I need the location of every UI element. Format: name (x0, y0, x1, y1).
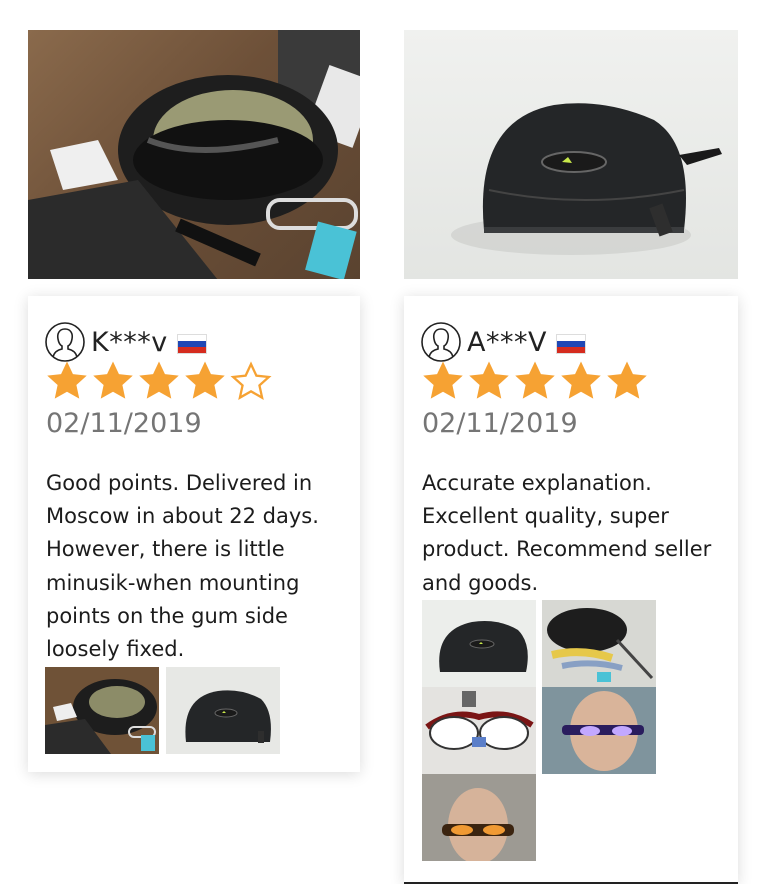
russia-flag-icon (555, 334, 586, 354)
review-photo-large-glasses-case[interactable] (404, 30, 738, 279)
review-photo-thumbnail[interactable] (542, 600, 656, 687)
star-icon-filled (561, 361, 601, 399)
review-photo-thumbnail[interactable] (166, 667, 280, 754)
star-rating (420, 358, 650, 404)
glasses-case-image (451, 103, 722, 255)
star-rating (44, 358, 274, 404)
glasses-case-photo (439, 621, 528, 672)
glasses-kit-image (28, 30, 360, 279)
review-photo-large-glasses-kit[interactable] (28, 30, 360, 279)
review-text: Good points. Delivered in Moscow in abou… (46, 471, 319, 662)
review-photo-thumbnail[interactable] (45, 667, 159, 754)
star-icon-filled (423, 361, 463, 399)
review-photo-thumbnail[interactable] (422, 600, 536, 687)
red-frame-glasses-photo (425, 691, 534, 750)
glasses-kit-photo (45, 679, 157, 754)
reviewer-name: K***v (91, 326, 168, 358)
review-card: K***v 02/11/2019 Good points. Delivered … (28, 296, 360, 772)
review-card: A***V 02/11/2019 Accurate explanation. E… (404, 296, 738, 884)
lenses-set-photo (542, 600, 656, 687)
star-icon-filled (47, 361, 87, 399)
user-avatar-icon (45, 322, 85, 362)
review-photo-thumbnail[interactable] (422, 687, 536, 774)
star-icon-filled (139, 361, 179, 399)
star-icon-empty (230, 361, 272, 400)
star-icon-filled (185, 361, 225, 399)
russia-flag-icon (176, 334, 207, 354)
glasses-case-photo (185, 690, 271, 743)
star-icon-filled (607, 361, 647, 399)
star-icon-filled (515, 361, 555, 399)
man-wearing-glasses-photo (542, 687, 656, 774)
reviewer-name: A***V (467, 326, 547, 358)
review-photo-thumbnail[interactable] (542, 687, 656, 774)
user-avatar-icon (421, 322, 461, 362)
review-date: 02/11/2019 (422, 408, 578, 439)
review-photo-thumbnail[interactable] (422, 774, 536, 861)
star-icon-filled (93, 361, 133, 399)
review-date: 02/11/2019 (46, 408, 202, 439)
man-wearing-orange-glasses-photo (422, 774, 536, 861)
review-text: Accurate explanation. Excellent quality,… (422, 471, 712, 595)
star-icon-filled (469, 361, 509, 399)
